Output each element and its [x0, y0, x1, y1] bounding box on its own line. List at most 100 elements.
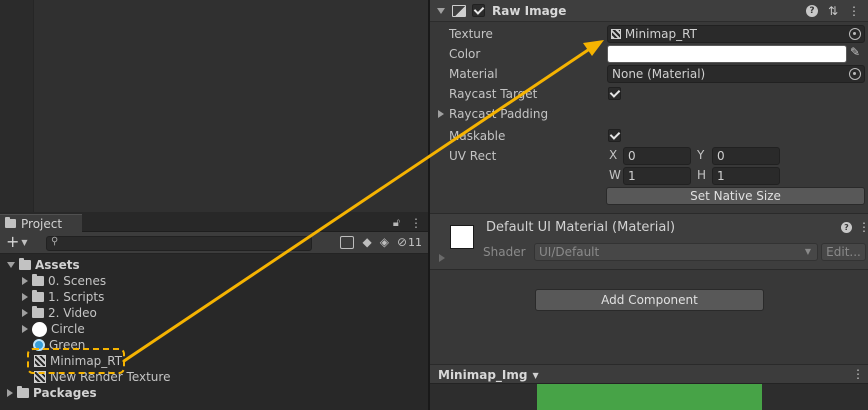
uv-y-label: Y: [697, 148, 705, 162]
raycast-padding-label[interactable]: Raycast Padding: [449, 105, 548, 123]
filter-by-label-icon[interactable]: ◈: [380, 235, 389, 249]
kebab-menu-icon[interactable]: ⋮: [410, 216, 422, 230]
uv-w-field[interactable]: 1: [623, 167, 691, 185]
maskable-checkbox[interactable]: [608, 129, 621, 142]
preview-header[interactable]: Minimap_Img ▼ ⋮: [430, 364, 868, 384]
scene-gutter: [0, 0, 34, 212]
tree-item-label: Assets: [35, 258, 80, 272]
edit-shader-button[interactable]: Edit...: [821, 243, 866, 261]
tree-item-label: Circle: [51, 322, 85, 336]
preview-area: [430, 384, 868, 410]
plus-icon: +: [6, 232, 20, 251]
shader-value: UI/Default: [539, 245, 600, 259]
color-label: Color: [449, 47, 481, 61]
raycast-target-label: Raycast Target: [449, 87, 538, 101]
maskable-label: Maskable: [449, 129, 506, 143]
set-native-size-button[interactable]: Set Native Size: [606, 187, 865, 205]
search-input[interactable]: ⚲: [46, 236, 312, 251]
raw-image-component-header[interactable]: Raw Image ? ⇅ ⋮: [430, 0, 868, 22]
material-value: None (Material): [612, 67, 706, 81]
object-picker-icon[interactable]: [849, 28, 861, 40]
image-icon: [452, 4, 466, 17]
foldout-closed-icon[interactable]: [439, 254, 445, 262]
tree-item-scripts[interactable]: 1. Scripts: [22, 289, 104, 305]
create-asset-button[interactable]: + ▼: [6, 232, 28, 251]
uv-x-label: X: [609, 148, 618, 162]
preview-title[interactable]: Minimap_Img ▼: [438, 368, 539, 382]
hidden-packages-toggle[interactable]: ⊘ 11: [397, 235, 422, 249]
sprite-circle-icon: [32, 321, 47, 337]
tree-item-assets[interactable]: Assets: [7, 257, 80, 273]
foldout-closed-icon[interactable]: [22, 293, 28, 301]
preview-image: [537, 384, 762, 410]
uv-w-label: W: [609, 168, 621, 182]
foldout-open-icon[interactable]: [437, 7, 445, 14]
lock-icon[interactable]: 🔓︎: [393, 216, 400, 230]
chevron-down-icon: ▼: [804, 247, 811, 256]
texture-label: Texture: [449, 27, 493, 41]
folder-icon: [32, 274, 44, 286]
eye-slash-icon: ⊘: [396, 235, 407, 249]
project-tree: Assets 0. Scenes 1. Scripts 2. Video Cir…: [0, 256, 428, 406]
scene-view[interactable]: [0, 0, 428, 212]
material-preview-swatch: [450, 225, 474, 249]
material-section: Default UI Material (Material) ? ⋮ Shade…: [430, 213, 868, 270]
shader-label: Shader: [483, 245, 526, 259]
eyedropper-icon[interactable]: ✎: [850, 45, 860, 59]
tree-item-packages[interactable]: Packages: [7, 385, 97, 401]
foldout-closed-icon[interactable]: [22, 325, 28, 333]
raycast-target-checkbox[interactable]: [608, 87, 621, 100]
kebab-menu-icon[interactable]: ⋮: [858, 220, 868, 234]
tree-item-label: 1. Scripts: [48, 290, 105, 304]
search-icon: ⚲: [51, 236, 59, 247]
material-label: Material: [449, 67, 498, 81]
object-picker-icon[interactable]: [849, 68, 861, 80]
foldout-closed-icon[interactable]: [22, 309, 28, 317]
component-title: Raw Image: [492, 3, 567, 18]
kebab-menu-icon[interactable]: ⋮: [852, 367, 864, 381]
chevron-down-icon: ▼: [21, 237, 28, 247]
texture-field[interactable]: Minimap_RT: [607, 25, 865, 43]
tab-project[interactable]: Project: [0, 214, 82, 232]
inspector-panel: Raw Image ? ⇅ ⋮ Texture Minimap_RT Color…: [430, 0, 868, 410]
tree-item-label: 0. Scenes: [48, 274, 107, 288]
color-field[interactable]: [607, 45, 847, 63]
shader-dropdown[interactable]: UI/Default ▼: [534, 243, 818, 261]
foldout-closed-icon[interactable]: [7, 389, 13, 397]
folder-icon: [17, 386, 29, 398]
search-by-type-icon[interactable]: [340, 235, 355, 249]
foldout-closed-icon[interactable]: [22, 277, 28, 285]
material-section-title: Default UI Material (Material): [486, 220, 676, 235]
chevron-down-icon: ▼: [532, 370, 539, 380]
kebab-menu-icon[interactable]: ⋮: [848, 4, 860, 18]
project-tabbar: Project 🔓︎ ⋮: [0, 214, 428, 232]
project-toolbar: + ▼ ⚲ ◆ ◈ ⊘ 11: [0, 232, 428, 254]
hidden-count: 11: [408, 235, 422, 249]
foldout-open-icon[interactable]: [7, 262, 15, 268]
folder-icon: [5, 217, 16, 228]
highlight-box: [27, 348, 125, 374]
folder-icon: [32, 290, 44, 302]
tree-item-label: 2. Video: [48, 306, 97, 320]
folder-icon: [32, 306, 44, 318]
help-icon[interactable]: ?: [841, 222, 852, 233]
tree-item-video[interactable]: 2. Video: [22, 305, 97, 321]
filter-by-type-icon[interactable]: ◆: [362, 235, 371, 249]
uv-x-field[interactable]: 0: [623, 147, 691, 165]
tree-item-label: Packages: [33, 386, 97, 400]
material-field[interactable]: None (Material): [607, 65, 865, 83]
component-enabled-checkbox[interactable]: [472, 4, 485, 17]
presets-icon[interactable]: ⇅: [828, 4, 838, 18]
render-texture-icon: [611, 29, 621, 39]
help-icon[interactable]: ?: [805, 5, 818, 17]
uv-y-field[interactable]: 0: [712, 147, 780, 165]
add-component-button[interactable]: Add Component: [535, 289, 764, 311]
uv-h-label: H: [697, 168, 707, 182]
foldout-closed-icon[interactable]: [438, 110, 444, 118]
uv-h-field[interactable]: 1: [712, 167, 780, 185]
tree-item-circle[interactable]: Circle: [22, 321, 85, 337]
folder-icon: [19, 258, 31, 270]
tree-item-scenes[interactable]: 0. Scenes: [22, 273, 106, 289]
preview-title-label: Minimap_Img: [438, 368, 528, 382]
uv-rect-label: UV Rect: [449, 149, 497, 163]
